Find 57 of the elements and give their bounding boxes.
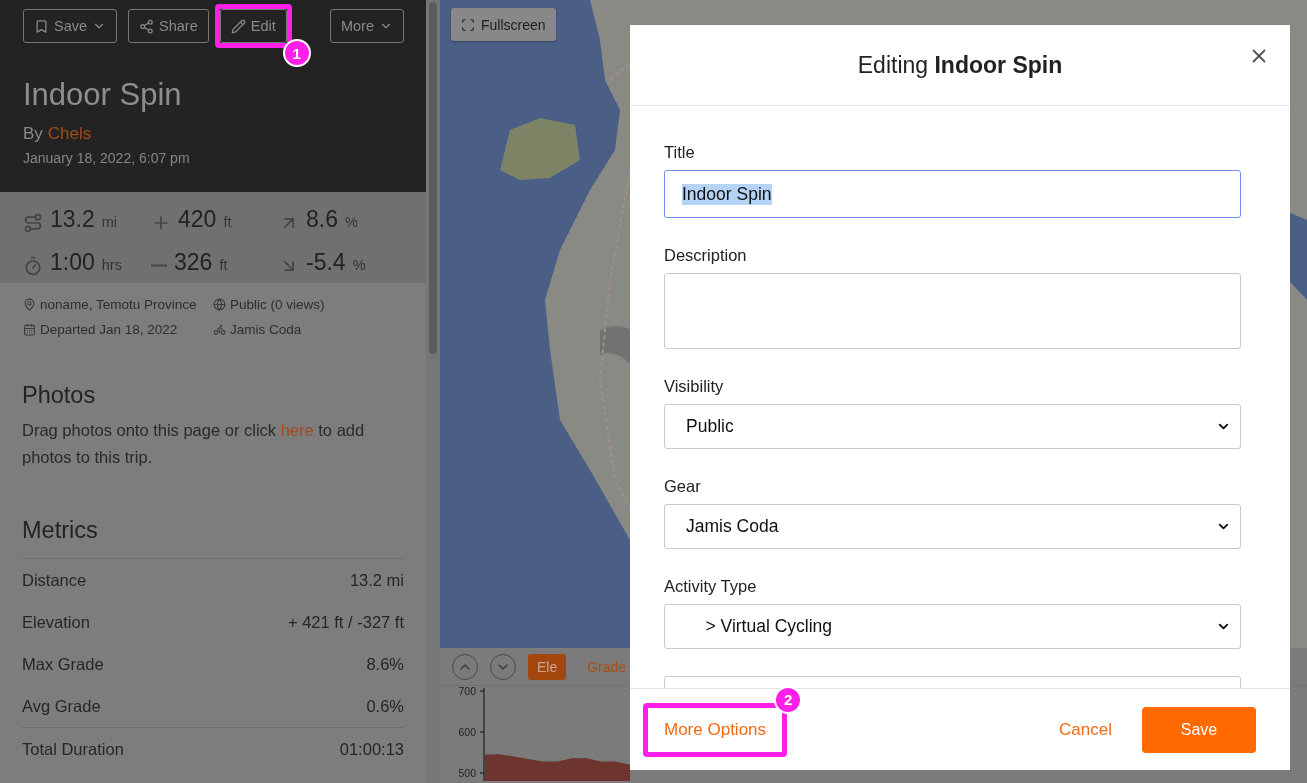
field-label: Gear [664, 476, 702, 496]
section-heading: Photos [22, 382, 97, 409]
trip-detail: noname, Temotu Province [40, 297, 197, 312]
metric-label: Max Grade [22, 654, 104, 674]
select-field[interactable]: Jamis Coda [664, 504, 1241, 549]
stat-value: 13.2 [50, 206, 95, 233]
stat-value: 1:00 [50, 248, 95, 276]
tick-label: 700 [458, 686, 476, 697]
by-label: By [23, 124, 43, 144]
field-label: Activity Type [664, 576, 758, 596]
dialog-title: Editing Indoor Spin [857, 51, 1063, 79]
stat-value: 326 [174, 248, 213, 276]
tick-label: 500 [458, 767, 476, 779]
toolbar-button[interactable]: Share [128, 9, 209, 43]
stat-value: 8.6 [306, 206, 338, 233]
tick-label: 600 [458, 726, 476, 738]
metric-value: 0.6% [366, 696, 404, 716]
stat-value: 420 [178, 206, 217, 233]
more-options-link[interactable]: More Options [664, 719, 767, 740]
author-link[interactable]: Chels [47, 124, 92, 144]
toolbar-button[interactable]: Save [23, 9, 118, 43]
fullscreen-button[interactable]: Fullscreen [451, 8, 556, 41]
trip-detail: Jamis Coda [230, 322, 302, 337]
metric-value: 8.6% [366, 654, 404, 674]
stat-value: -5.4 [306, 248, 346, 276]
stat-unit: % [352, 256, 366, 273]
stat-unit: % [345, 214, 358, 230]
section-heading: Metrics [22, 517, 99, 544]
stat-unit: ft [219, 256, 228, 273]
trip-detail: Public (0 views) [230, 297, 325, 312]
metric-label: Elevation [22, 612, 90, 632]
trip-detail: Departed Jan 18, 2022 [40, 322, 178, 337]
step-badge: 1 [282, 39, 311, 67]
photos-hint: Drag photos onto this page or click here to add photos to this trip. [22, 420, 366, 468]
metric-label: Avg Grade [22, 696, 101, 716]
metric-value: + 421 ft / -327 ft [287, 612, 404, 632]
field-label: Title [664, 142, 696, 162]
trip-date: January 18, 2022, 6:07 pm [23, 150, 191, 166]
cancel-link[interactable]: Cancel [1059, 719, 1112, 740]
save-button[interactable]: Save [1142, 706, 1256, 753]
stat-unit: mi [101, 214, 118, 230]
trip-title: Indoor Spin [23, 77, 183, 113]
toolbar-button[interactable]: More [329, 9, 404, 43]
stat-unit: ft [223, 214, 232, 230]
chart-tab[interactable]: Ele [528, 653, 567, 680]
select-field[interactable]: Public [664, 404, 1241, 449]
metric-value: 01:00:13 [339, 739, 404, 759]
step-badge: 2 [774, 685, 803, 714]
metric-label: Total Duration [22, 739, 124, 759]
stat-unit: hrs [101, 256, 122, 273]
field-label: Description [664, 245, 748, 265]
metric-value: 13.2 mi [349, 570, 404, 590]
text-field[interactable]: Indoor Spin [664, 170, 1241, 218]
metric-label: Distance [22, 570, 87, 590]
select-field[interactable]: > Virtual Cycling [664, 604, 1241, 649]
field-label: Visibility [664, 376, 725, 396]
toolbar-button[interactable]: Edit [219, 9, 287, 43]
